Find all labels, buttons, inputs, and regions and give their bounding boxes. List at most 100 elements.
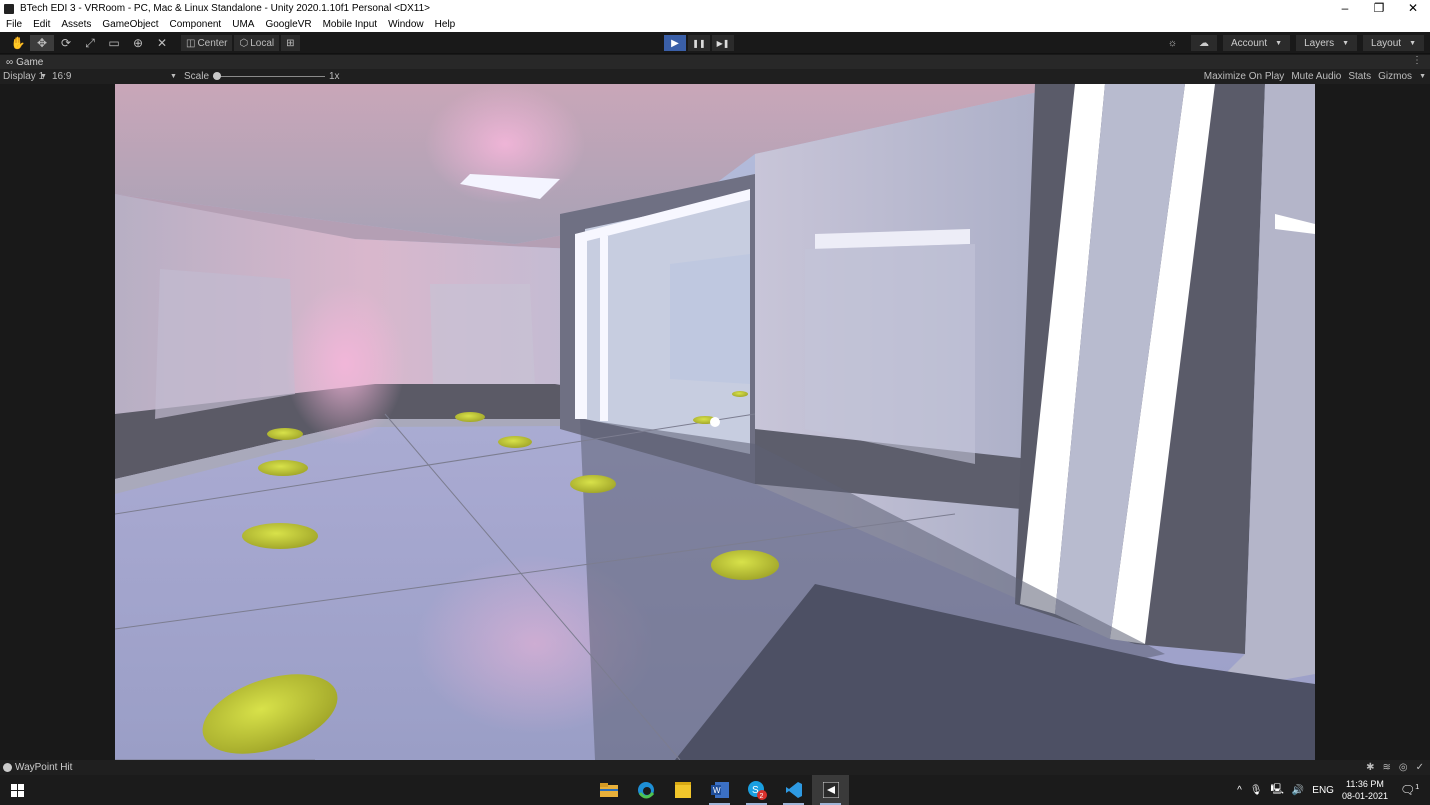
chevron-up-icon[interactable]: ^ — [1237, 785, 1242, 796]
game-view-toolbar: Display 1 ▼ 16:9 ▼ Scale 1x Maximize On … — [0, 69, 1430, 84]
chevron-down-icon: ▼ — [1275, 39, 1283, 47]
stats-toggle[interactable]: Stats — [1348, 71, 1371, 82]
menu-mobile-input[interactable]: Mobile Input — [323, 19, 377, 30]
layers-icon[interactable]: ≋ — [1382, 762, 1390, 773]
menu-edit[interactable]: Edit — [33, 19, 50, 30]
clock[interactable]: 11:36 PM 08-01-2021 — [1342, 778, 1388, 802]
tab-menu-icon[interactable]: ⋮ — [1412, 55, 1422, 66]
window-title: BTech EDI 3 - VRRoom - PC, Mac & Linux S… — [20, 3, 431, 14]
edge-browser-icon[interactable] — [627, 775, 664, 805]
transform-tool-icon[interactable]: ⊕ — [126, 35, 150, 51]
info-icon — [3, 763, 12, 772]
pivot-toggles: ◫ Center ⬡ Local ⊞ — [181, 35, 302, 51]
pivot-local-toggle[interactable]: ⬡ Local — [234, 35, 280, 51]
maximize-on-play-toggle[interactable]: Maximize On Play — [1204, 71, 1285, 82]
network-icon[interactable]: 🖳 — [1270, 782, 1283, 799]
aspect-dropdown[interactable]: 16:9 — [52, 71, 71, 82]
game-viewport[interactable] — [115, 84, 1315, 760]
volume-icon[interactable]: 🔊 — [1292, 785, 1304, 796]
tab-game[interactable]: Game — [16, 57, 43, 68]
scale-tool-icon[interactable]: ⤢ — [78, 35, 102, 51]
skype-badge: 2 — [759, 793, 763, 800]
language-indicator[interactable]: ENG — [1312, 785, 1334, 796]
move-tool-icon[interactable]: ✥ — [30, 35, 54, 51]
chevron-down-icon: ▼ — [170, 73, 177, 80]
menu-window[interactable]: Window — [388, 19, 424, 30]
grid-snap-icon[interactable]: ⊞ — [281, 35, 300, 51]
game-tab-icon: ∞ — [6, 56, 14, 68]
sticky-notes-icon[interactable] — [664, 775, 701, 805]
scale-slider[interactable] — [213, 72, 325, 80]
console-message-text: WayPoint Hit — [15, 762, 73, 773]
window-controls: – ❐ ✕ — [1328, 0, 1430, 17]
main-toolbar: ✋ ✥ ⟳ ⤢ ▭ ⊕ ✕ ◫ Center ⬡ Local ⊞ ▶ ❚❚ ▶❚ ☼… — [0, 32, 1430, 54]
microphone-icon[interactable]: 🎙 — [1250, 785, 1263, 796]
menu-uma[interactable]: UMA — [232, 19, 254, 30]
scale-value: 1x — [329, 71, 340, 82]
menu-file[interactable]: File — [6, 19, 22, 30]
menu-bar: File Edit Assets GameObject Component UM… — [0, 17, 1430, 32]
menu-component[interactable]: Component — [170, 19, 222, 30]
progress-icon[interactable]: ◎ — [1399, 762, 1408, 773]
taskbar-apps: W S2 — [590, 775, 849, 805]
notification-icon[interactable]: 🗨1 — [1400, 783, 1420, 797]
pivot-center-label: Center — [197, 37, 228, 49]
menu-help[interactable]: Help — [435, 19, 456, 30]
status-icons: ✱ ≋ ◎ ✓ — [1358, 760, 1424, 775]
minimize-button[interactable]: – — [1328, 0, 1362, 17]
system-tray: ^ 🎙 🖳 🔊 ENG 11:36 PM 08-01-2021 🗨1 — [1237, 775, 1430, 805]
layout-dropdown[interactable]: Layout ▼ — [1363, 35, 1424, 51]
console-message[interactable]: WayPoint Hit — [3, 762, 72, 773]
step-button[interactable]: ▶❚ — [712, 35, 734, 51]
transform-tools: ✋ ✥ ⟳ ⤢ ▭ ⊕ ✕ — [6, 35, 174, 51]
svg-text:W: W — [713, 786, 721, 795]
menu-googlevr[interactable]: GoogleVR — [265, 19, 311, 30]
play-button[interactable]: ▶ — [664, 35, 686, 51]
scale-label: Scale — [184, 71, 210, 82]
chevron-down-icon: ▼ — [40, 73, 47, 80]
unity-app-icon — [4, 3, 14, 14]
bug-icon[interactable]: ✱ — [1366, 762, 1374, 773]
file-explorer-icon[interactable] — [590, 775, 627, 805]
pause-button[interactable]: ❚❚ — [688, 35, 710, 51]
collab-icon[interactable]: ☼ — [1160, 35, 1185, 51]
cloud-icon[interactable]: ☁ — [1191, 35, 1217, 51]
close-button[interactable]: ✕ — [1396, 0, 1430, 17]
hand-tool-icon[interactable]: ✋ — [6, 35, 30, 51]
rect-tool-icon[interactable]: ▭ — [102, 35, 126, 51]
menu-gameobject[interactable]: GameObject — [102, 19, 158, 30]
layout-label: Layout — [1371, 37, 1402, 49]
check-icon[interactable]: ✓ — [1416, 762, 1424, 773]
notification-count: 1 — [1415, 784, 1420, 791]
title-bar: BTech EDI 3 - VRRoom - PC, Mac & Linux S… — [0, 0, 1430, 17]
restore-button[interactable]: ❐ — [1362, 0, 1396, 17]
clock-time: 11:36 PM — [1346, 779, 1384, 789]
chevron-down-icon: ▼ — [1409, 39, 1416, 47]
playmode-controls: ▶ ❚❚ ▶❚ — [664, 35, 736, 51]
chevron-down-icon: ▼ — [1342, 39, 1350, 47]
account-dropdown[interactable]: Account ▼ — [1223, 35, 1291, 51]
windows-start-icon[interactable] — [11, 784, 24, 797]
gizmos-toggle[interactable]: Gizmos — [1378, 71, 1412, 82]
layers-label: Layers — [1304, 37, 1335, 49]
scene-render — [115, 84, 1315, 760]
custom-tool-icon[interactable]: ✕ — [150, 35, 174, 51]
menu-assets[interactable]: Assets — [61, 19, 91, 30]
chevron-down-icon[interactable]: ▼ — [1419, 73, 1426, 80]
pivot-center-toggle[interactable]: ◫ Center — [181, 35, 233, 51]
rotate-tool-icon[interactable]: ⟳ — [54, 35, 78, 51]
clock-date: 08-01-2021 — [1341, 791, 1388, 801]
status-bar: WayPoint Hit ✱ ≋ ◎ ✓ — [0, 760, 1430, 775]
display-dropdown[interactable]: Display 1 — [3, 71, 44, 82]
pivot-center-icon: ◫ — [186, 37, 196, 49]
word-icon[interactable]: W — [701, 775, 738, 805]
vscode-icon[interactable] — [775, 775, 812, 805]
game-view-options: Maximize On Play Mute Audio Stats Gizmos… — [1204, 69, 1430, 84]
unity-taskbar-icon[interactable] — [812, 775, 849, 805]
layers-dropdown[interactable]: Layers ▼ — [1296, 35, 1358, 51]
windows-taskbar: W S2 ^ 🎙 🖳 🔊 ENG 11:36 PM 08-01-2021 🗨1 — [0, 775, 1430, 805]
account-label: Account — [1231, 37, 1268, 49]
scale-slider-handle[interactable] — [213, 72, 221, 80]
skype-icon[interactable]: S2 — [738, 775, 775, 805]
mute-audio-toggle[interactable]: Mute Audio — [1291, 71, 1341, 82]
